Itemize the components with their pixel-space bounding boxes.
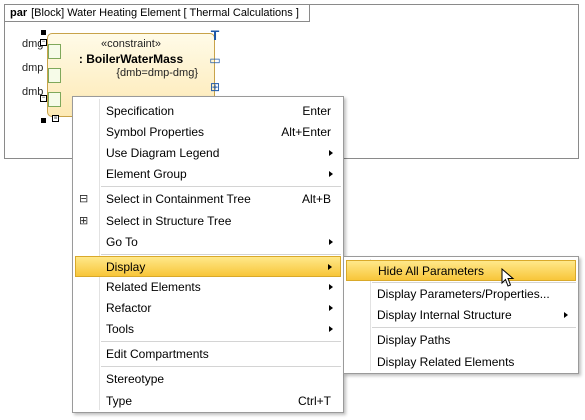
note-icon[interactable]: ▭ bbox=[208, 53, 222, 67]
menu-item-shortcut: Enter bbox=[302, 104, 331, 118]
menu-item-select-in-structure-tree[interactable]: ⊞ Select in Structure Tree bbox=[75, 211, 341, 231]
constraint-name: : BoilerWaterMass bbox=[78, 52, 184, 66]
context-menu: Specification Enter Symbol Properties Al… bbox=[72, 96, 344, 413]
menu-item-tools[interactable]: Tools bbox=[75, 319, 341, 339]
parameter-port-dmb[interactable] bbox=[48, 92, 61, 107]
menu-item-display-internal-structure[interactable]: Display Internal Structure bbox=[346, 305, 576, 325]
menu-item-label: Use Diagram Legend bbox=[106, 146, 220, 160]
menu-item-display-paths[interactable]: Display Paths bbox=[346, 330, 576, 350]
constraint-expression: {dmb=dmp-dmg} bbox=[116, 67, 198, 79]
submenu-arrow-icon bbox=[329, 284, 333, 290]
menu-item-label: Display Parameters/Properties... bbox=[377, 287, 550, 301]
menu-item-shortcut: Ctrl+T bbox=[298, 394, 331, 408]
menu-item-specification[interactable]: Specification Enter bbox=[75, 101, 341, 121]
menu-item-type[interactable]: Type Ctrl+T bbox=[75, 391, 341, 411]
menu-item-label: Display Internal Structure bbox=[377, 308, 512, 322]
menu-item-label: Go To bbox=[106, 235, 138, 249]
menu-item-label: Element Group bbox=[106, 167, 187, 181]
menu-separator bbox=[372, 327, 576, 328]
text-tool-icon[interactable]: T bbox=[208, 28, 222, 42]
menu-item-use-diagram-legend[interactable]: Use Diagram Legend bbox=[75, 143, 341, 163]
menu-item-label: Stereotype bbox=[106, 372, 165, 386]
frame-header: par [Block] Water Heating Element [ Therm… bbox=[5, 5, 310, 22]
menu-item-refactor[interactable]: Refactor bbox=[75, 298, 341, 318]
param-label-dmp: dmp bbox=[22, 62, 44, 74]
collapse-icon[interactable]: − bbox=[40, 95, 47, 102]
submenu-arrow-icon bbox=[329, 171, 333, 177]
menu-item-shortcut: Alt+Enter bbox=[281, 125, 331, 139]
menu-item-label: Related Elements bbox=[106, 280, 201, 294]
menu-item-display[interactable]: Display bbox=[75, 256, 341, 277]
structure-icon[interactable]: ⊞ bbox=[208, 80, 222, 94]
selection-handle[interactable] bbox=[41, 30, 46, 35]
menu-item-go-to[interactable]: Go To bbox=[75, 232, 341, 252]
menu-item-label: Display Paths bbox=[377, 333, 451, 347]
frame-keyword: par bbox=[10, 7, 28, 19]
containment-tree-icon: ⊟ bbox=[79, 193, 89, 205]
menu-item-label: Refactor bbox=[106, 301, 152, 315]
menu-item-symbol-properties[interactable]: Symbol Properties Alt+Enter bbox=[75, 122, 341, 142]
parameter-port-dmg[interactable] bbox=[48, 44, 61, 59]
menu-item-stereotype[interactable]: Stereotype bbox=[75, 369, 341, 389]
submenu-arrow-icon bbox=[329, 239, 333, 245]
menu-item-label: Edit Compartments bbox=[106, 347, 209, 361]
menu-item-label: Tools bbox=[106, 322, 135, 336]
menu-item-label: Display Related Elements bbox=[377, 355, 515, 369]
menu-item-shortcut: Alt+B bbox=[301, 192, 331, 206]
menu-item-hide-all-parameters[interactable]: Hide All Parameters bbox=[346, 260, 576, 281]
menu-item-label: Specification bbox=[106, 104, 175, 118]
menu-item-label: Display bbox=[106, 260, 146, 274]
collapse-icon[interactable]: − bbox=[40, 39, 47, 46]
display-submenu: Hide All Parameters Display Parameters/P… bbox=[343, 256, 579, 374]
menu-item-select-in-containment-tree[interactable]: ⊟ Select in Containment Tree Alt+B bbox=[75, 189, 341, 209]
submenu-arrow-icon bbox=[329, 305, 333, 311]
parameter-port-dmp[interactable] bbox=[48, 68, 61, 83]
menu-separator bbox=[101, 254, 341, 255]
menu-item-label: Select in Containment Tree bbox=[106, 192, 251, 206]
menu-item-edit-compartments[interactable]: Edit Compartments bbox=[75, 344, 341, 364]
menu-item-display-parameters-properties[interactable]: Display Parameters/Properties... bbox=[346, 284, 576, 304]
menu-item-label: Symbol Properties bbox=[106, 125, 205, 139]
submenu-arrow-icon bbox=[329, 326, 333, 332]
menu-separator bbox=[372, 282, 576, 283]
menu-item-label: Type bbox=[106, 394, 133, 408]
mouse-cursor-icon bbox=[501, 268, 515, 287]
menu-item-related-elements[interactable]: Related Elements bbox=[75, 277, 341, 297]
selection-handle[interactable] bbox=[41, 118, 46, 123]
menu-item-display-related-elements[interactable]: Display Related Elements bbox=[346, 352, 576, 372]
submenu-arrow-icon bbox=[328, 264, 332, 270]
menu-item-label: Select in Structure Tree bbox=[106, 214, 232, 228]
menu-separator bbox=[101, 341, 341, 342]
frame-title: [Block] Water Heating Element [ Thermal … bbox=[31, 7, 299, 19]
submenu-arrow-icon bbox=[564, 312, 568, 318]
structure-tree-icon: ⊞ bbox=[79, 215, 89, 227]
expand-icon[interactable]: ≡ bbox=[52, 115, 59, 122]
menu-item-element-group[interactable]: Element Group bbox=[75, 164, 341, 184]
submenu-arrow-icon bbox=[329, 150, 333, 156]
constraint-stereotype: «constraint» bbox=[101, 38, 161, 50]
menu-item-label: Hide All Parameters bbox=[378, 264, 485, 278]
menu-separator bbox=[101, 366, 341, 367]
menu-separator bbox=[101, 186, 341, 187]
